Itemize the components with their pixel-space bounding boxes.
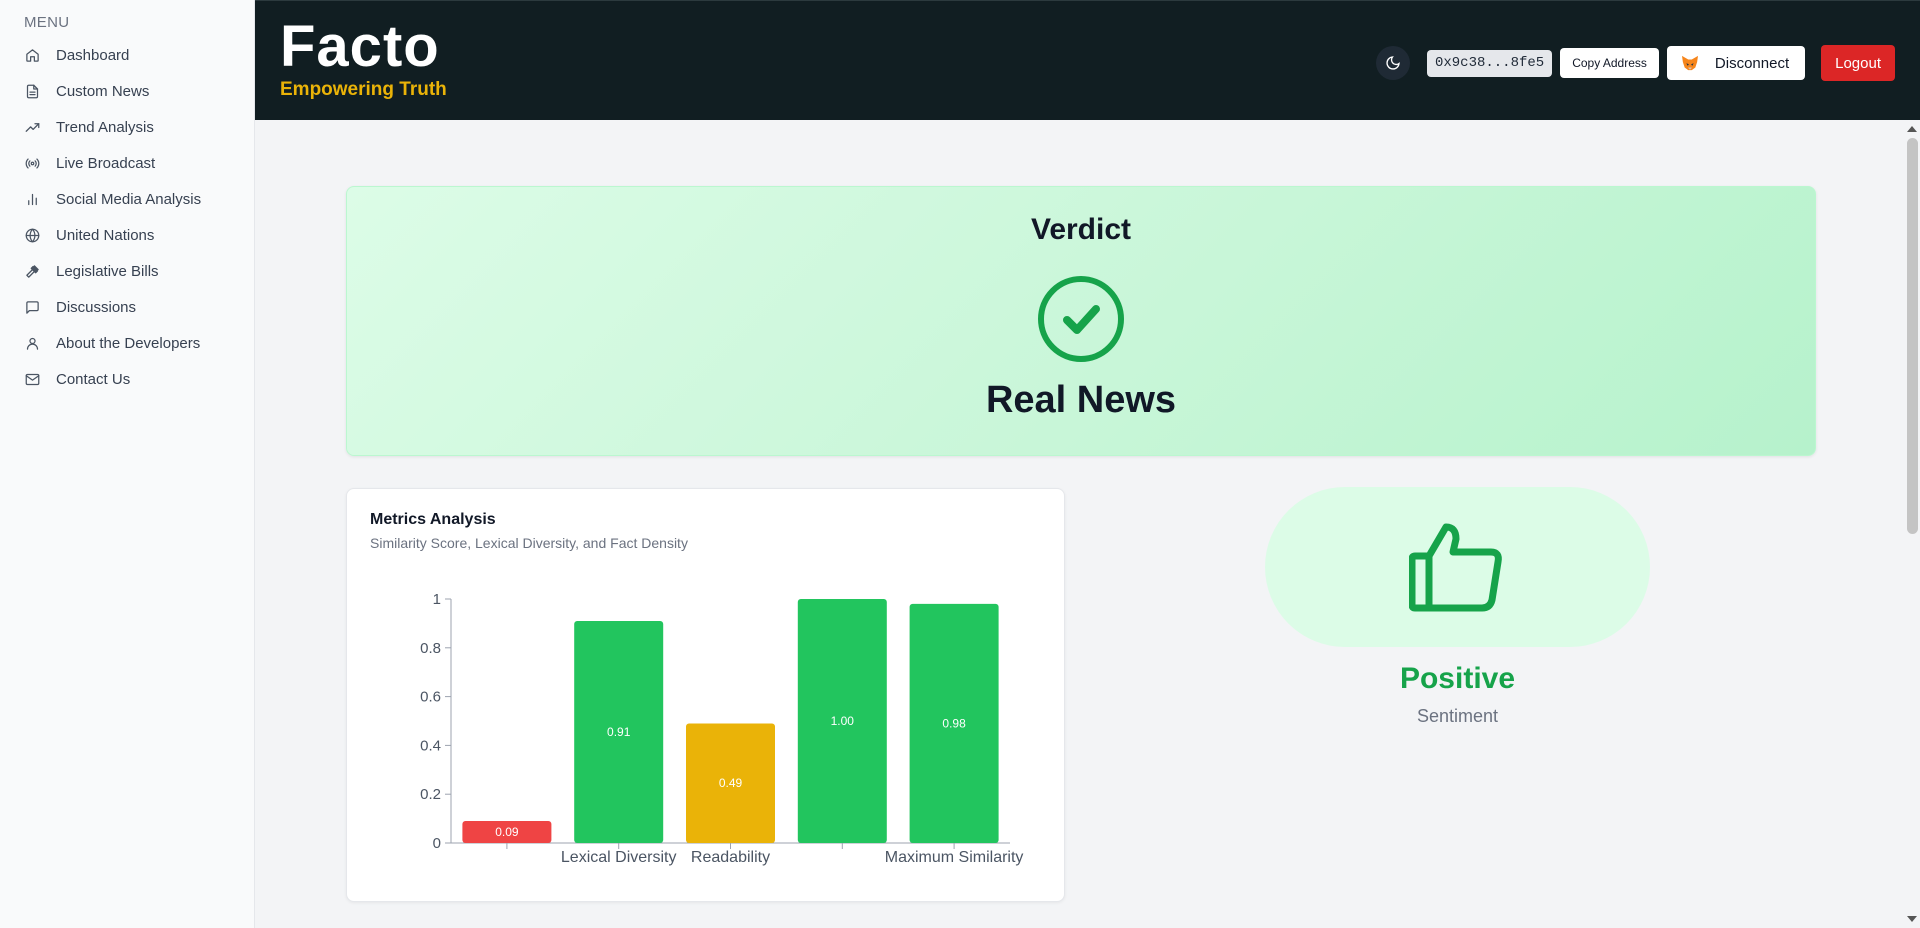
bar-chart-icon [24, 191, 40, 207]
sidebar-item-label: Dashboard [56, 46, 130, 64]
bar-value-label: 0.09 [495, 825, 519, 839]
sidebar-item-custom-news[interactable]: Custom News [0, 73, 254, 109]
message-icon [24, 299, 40, 315]
x-tick-label: Readability [691, 849, 770, 866]
copy-address-button[interactable]: Copy Address [1560, 48, 1659, 78]
menu-title: MENU [24, 14, 70, 31]
moon-icon [1385, 55, 1401, 71]
y-tick-label: 0.8 [420, 640, 441, 657]
verdict-card: Verdict Real News [346, 186, 1816, 456]
scroll-up-arrow[interactable] [1907, 126, 1917, 132]
metrics-bar-chart: 0 0.2 0.4 0.6 0.8 1 0.09 0.91 Lexical Diversity 0… [420, 591, 1024, 866]
broadcast-icon [24, 155, 40, 171]
brand-name: Facto [280, 14, 440, 79]
globe-icon [24, 227, 40, 243]
gavel-icon [24, 263, 40, 279]
sidebar-item-about-developers[interactable]: About the Developers [0, 325, 254, 361]
trending-up-icon [24, 119, 40, 135]
sidebar-item-social-media-analysis[interactable]: Social Media Analysis [0, 181, 254, 217]
top-header: Facto Empowering Truth 0x9c38...8fe5 Cop… [255, 0, 1920, 120]
home-icon [24, 47, 40, 63]
brand-tagline: Empowering Truth [280, 79, 447, 100]
bar-value-label: 0.98 [942, 716, 966, 730]
logout-button[interactable]: Logout [1821, 45, 1895, 81]
document-icon [24, 83, 40, 99]
bar-value-label: 0.91 [607, 725, 631, 739]
y-tick-label: 1 [433, 591, 441, 608]
sidebar-item-live-broadcast[interactable]: Live Broadcast [0, 145, 254, 181]
sidebar-item-label: Live Broadcast [56, 154, 156, 172]
mail-icon [24, 371, 40, 387]
sidebar-item-legislative-bills[interactable]: Legislative Bills [0, 253, 254, 289]
user-icon [24, 335, 40, 351]
wallet-address: 0x9c38...8fe5 [1426, 49, 1553, 77]
sentiment-label: Positive [1399, 662, 1516, 695]
sidebar-item-label: Social Media Analysis [56, 190, 202, 208]
bar-value-label: 1.00 [831, 714, 855, 728]
sidebar-item-label: Discussions [56, 298, 137, 316]
verdict-title: Verdict [1030, 213, 1132, 246]
sidebar-item-label: Contact Us [56, 370, 131, 388]
y-tick-label: 0 [433, 835, 441, 852]
theme-toggle-button[interactable] [1375, 46, 1410, 80]
header-actions: 0x9c38...8fe5 Copy Address Disconnect Lo… [1375, 45, 1895, 81]
sidebar-item-discussions[interactable]: Discussions [0, 289, 254, 325]
sidebar-item-label: United Nations [56, 226, 155, 244]
sidebar-item-label: Trend Analysis [56, 118, 154, 136]
y-tick-label: 0.4 [420, 737, 441, 754]
sidebar-item-label: Legislative Bills [56, 262, 159, 280]
thumbs-up-icon [1409, 523, 1502, 612]
y-tick-label: 0.6 [420, 689, 441, 706]
sidebar-item-contact-us[interactable]: Contact Us [0, 361, 254, 397]
sentiment-sublabel: Sentiment [1416, 706, 1499, 726]
sidebar-item-dashboard[interactable]: Dashboard [0, 37, 254, 73]
sidebar-item-united-nations[interactable]: United Nations [0, 217, 254, 253]
bar-value-label: 0.49 [719, 776, 743, 790]
brand: Facto Empowering Truth [280, 17, 447, 101]
scroll-down-arrow[interactable] [1907, 916, 1917, 922]
x-tick-label: Maximum Similarity [885, 849, 1024, 866]
metrics-card: Metrics Analysis Similarity Score, Lexic… [346, 488, 1065, 902]
sidebar-item-trend-analysis[interactable]: Trend Analysis [0, 109, 254, 145]
disconnect-label: Disconnect [1714, 54, 1790, 72]
sidebar-item-label: About the Developers [56, 334, 201, 352]
metamask-fox-icon [1681, 55, 1699, 71]
check-circle-icon [1038, 276, 1124, 362]
y-tick-label: 0.2 [420, 786, 441, 803]
sidebar: MENU Dashboard Custom News Trend Analysi… [0, 0, 255, 928]
verdict-result: Real News [985, 379, 1177, 421]
x-tick-label: Lexical Diversity [561, 849, 677, 866]
disconnect-button[interactable]: Disconnect [1666, 46, 1806, 80]
scrollbar-thumb[interactable] [1907, 138, 1918, 534]
sidebar-item-label: Custom News [56, 82, 150, 100]
